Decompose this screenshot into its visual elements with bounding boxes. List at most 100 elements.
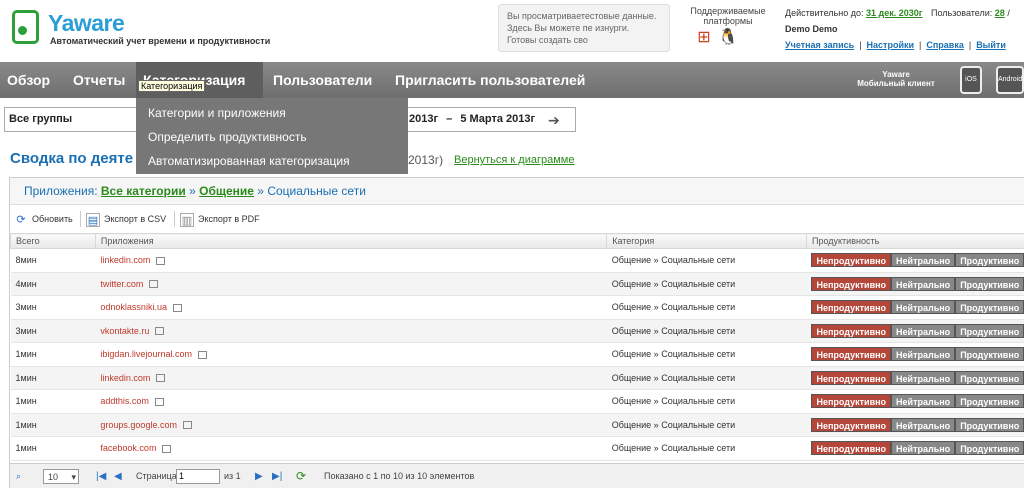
page-size-select[interactable]: 10 ▾ xyxy=(43,469,79,484)
menu-item-categories-apps[interactable]: Категории и приложения xyxy=(136,101,408,125)
neutral-button[interactable]: Нейтрально xyxy=(891,300,956,315)
table-row[interactable]: 1мин groups.google.com Общение » Социальны… xyxy=(10,413,1024,437)
page-input[interactable] xyxy=(176,469,220,484)
productivity-toggle: Непродуктивно Нейтрально Продуктивно xyxy=(811,323,1024,338)
settings-link[interactable]: Настройки xyxy=(867,40,914,50)
external-link-icon[interactable] xyxy=(155,327,165,336)
table-row[interactable]: 1мин ibigdan.livejournal.com Общение » Соц… xyxy=(10,342,1024,367)
table-row[interactable]: 1мин addthis.com Общение » Социальные сети… xyxy=(10,389,1024,414)
category-cell: Общение » Социальные сети xyxy=(606,272,807,296)
productive-button[interactable]: Продуктивно xyxy=(955,323,1024,338)
search-icon[interactable]: ⌕ xyxy=(16,469,21,484)
app-link[interactable]: groups.google.com xyxy=(100,420,177,430)
app-link[interactable]: linkedin.com xyxy=(100,373,150,383)
neutral-button[interactable]: Нейтрально xyxy=(891,323,956,338)
neutral-button[interactable]: Нейтрально xyxy=(891,276,956,291)
unproductive-button[interactable]: Непродуктивно xyxy=(811,370,892,385)
neutral-button[interactable]: Нейтрально xyxy=(891,370,956,385)
neutral-button[interactable]: Нейтрально xyxy=(891,394,956,409)
column-header-apps[interactable]: Приложения xyxy=(94,233,608,249)
menu-item-define-productivity[interactable]: Определить продуктивность xyxy=(136,125,408,149)
breadcrumb-all-categories[interactable]: Все категории xyxy=(101,184,186,198)
external-link-icon[interactable] xyxy=(197,350,207,359)
table-row[interactable]: 8мин linkedin.com Общение » Социальные сет… xyxy=(10,248,1024,273)
mobile-client-label[interactable]: Yaware Мобильный клиент xyxy=(846,70,946,88)
external-link-icon[interactable] xyxy=(156,256,166,265)
app-link[interactable]: odnoklassniki.ua xyxy=(100,302,167,312)
ios-phone-icon[interactable]: iOS xyxy=(960,66,982,94)
reload-icon[interactable]: ⟳ xyxy=(296,469,306,484)
external-link-icon[interactable] xyxy=(182,421,192,430)
valid-until-link[interactable]: 31 дек. 2030г xyxy=(866,8,923,18)
table-row[interactable]: 3мин vkontakte.ru Общение » Социальные сет… xyxy=(10,319,1024,343)
external-link-icon[interactable] xyxy=(162,444,172,453)
unproductive-button[interactable]: Непродуктивно xyxy=(811,441,892,456)
app-link[interactable]: ibigdan.livejournal.com xyxy=(100,349,192,359)
menu-item-auto-categorization[interactable]: Автоматизированная категоризация xyxy=(136,149,408,173)
unproductive-button[interactable]: Непродуктивно xyxy=(811,347,892,362)
logout-link[interactable]: Выйти xyxy=(976,40,1006,50)
app-cell: vkontakte.ru xyxy=(95,319,607,343)
productive-button[interactable]: Продуктивно xyxy=(955,441,1024,456)
neutral-button[interactable]: Нейтрально xyxy=(891,347,956,362)
help-link[interactable]: Справка xyxy=(926,40,963,50)
unproductive-button[interactable]: Непродуктивно xyxy=(811,394,892,409)
productive-button[interactable]: Продуктивно xyxy=(955,276,1024,291)
unproductive-button[interactable]: Непродуктивно xyxy=(811,276,892,291)
productive-button[interactable]: Продуктивно xyxy=(955,394,1024,409)
productive-button[interactable]: Продуктивно xyxy=(955,347,1024,362)
table-row[interactable]: 4мин twitter.com Общение » Социальные сети… xyxy=(10,272,1024,296)
app-link[interactable]: twitter.com xyxy=(100,279,143,289)
column-header-total[interactable]: Всего xyxy=(10,233,96,249)
nav-invite-users[interactable]: Пригласить пользователей xyxy=(388,62,592,98)
neutral-button[interactable]: Нейтрально xyxy=(891,441,956,456)
external-link-icon[interactable] xyxy=(172,303,182,312)
external-link-icon[interactable] xyxy=(154,397,164,406)
back-to-chart-link[interactable]: Вернуться к диаграмме xyxy=(454,154,574,166)
prev-page-icon[interactable]: ◀ xyxy=(114,469,122,484)
linux-icon[interactable]: 🐧 xyxy=(718,28,738,48)
productive-button[interactable]: Продуктивно xyxy=(955,370,1024,385)
next-page-icon[interactable]: ▶ xyxy=(255,469,263,484)
productive-button[interactable]: Продуктивно xyxy=(955,417,1024,432)
export-csv-button[interactable]: ▤ Экспорт в CSV xyxy=(86,211,166,227)
apple-icon[interactable] xyxy=(742,28,762,48)
export-pdf-button[interactable]: ▥ Экспорт в PDF xyxy=(180,211,260,227)
users-count-link[interactable]: 28 xyxy=(995,8,1005,18)
external-link-icon[interactable] xyxy=(149,280,159,289)
neutral-button[interactable]: Нейтрально xyxy=(891,417,956,432)
tooltip: Категоризация xyxy=(138,80,206,92)
windows-icon[interactable]: ⊞ xyxy=(694,28,714,48)
nav-overview[interactable]: Обзор xyxy=(0,62,57,98)
refresh-button[interactable]: ⟳ Обновить xyxy=(14,211,73,227)
first-page-icon[interactable]: |◀ xyxy=(96,469,106,484)
productive-button[interactable]: Продуктивно xyxy=(955,300,1024,315)
unproductive-button[interactable]: Непродуктивно xyxy=(811,253,892,268)
app-link[interactable]: vkontakte.ru xyxy=(100,326,149,336)
unproductive-button[interactable]: Непродуктивно xyxy=(811,300,892,315)
refresh-label: Обновить xyxy=(32,214,73,224)
table-row[interactable]: 1мин linkedin.com Общение » Социальные сет… xyxy=(10,366,1024,390)
unproductive-button[interactable]: Непродуктивно xyxy=(811,323,892,338)
productivity-toggle: Непродуктивно Нейтрально Продуктивно xyxy=(811,441,1024,456)
nav-reports[interactable]: Отчеты xyxy=(66,62,132,98)
last-page-icon[interactable]: ▶| xyxy=(272,469,282,484)
neutral-button[interactable]: Нейтрально xyxy=(891,253,956,268)
table-row[interactable]: 1мин facebook.com Общение » Социальные сет… xyxy=(10,436,1024,461)
breadcrumb-communication[interactable]: Общение xyxy=(199,184,254,198)
app-link[interactable]: facebook.com xyxy=(100,443,156,453)
unproductive-button[interactable]: Непродуктивно xyxy=(811,417,892,432)
android-phone-icon[interactable]: Android xyxy=(996,66,1024,94)
arrow-right-icon[interactable]: ➔ xyxy=(548,112,560,129)
productive-button[interactable]: Продуктивно xyxy=(955,253,1024,268)
column-header-productivity[interactable]: Продуктивность xyxy=(805,233,1024,249)
column-header-category[interactable]: Категория xyxy=(606,233,807,249)
table-row[interactable]: 3мин odnoklassniki.ua Общение » Социальные… xyxy=(10,295,1024,320)
app-link[interactable]: linkedin.com xyxy=(100,255,150,265)
nav-users[interactable]: Пользователи xyxy=(266,62,379,98)
app-link[interactable]: addthis.com xyxy=(100,396,149,406)
demo-note-line: Вы просматриваетестовые данные. xyxy=(507,11,657,21)
platforms-label-line: Поддерживаемые xyxy=(690,6,766,16)
external-link-icon[interactable] xyxy=(156,374,166,383)
account-link[interactable]: Учетная запись xyxy=(785,40,854,50)
